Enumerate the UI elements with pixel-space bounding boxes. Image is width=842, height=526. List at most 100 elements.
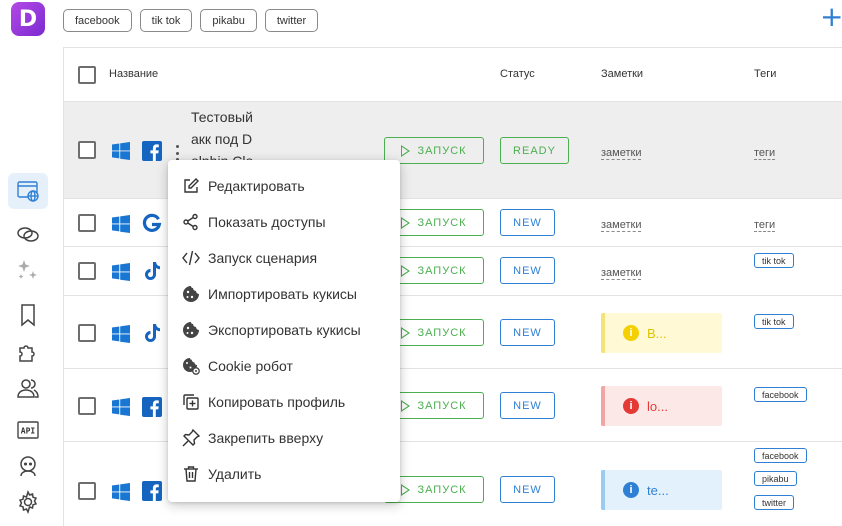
status-badge[interactable]: READY xyxy=(500,137,569,164)
sidebar-item-settings[interactable] xyxy=(8,484,48,520)
row-tag[interactable]: facebook xyxy=(754,387,807,402)
menu-item-delete[interactable]: Удалить xyxy=(168,456,400,492)
launch-label: ЗАПУСК xyxy=(417,399,467,412)
status-badge[interactable]: NEW xyxy=(500,476,555,503)
profile-name[interactable]: Тестовый акк под D olphin Clo xyxy=(191,106,271,160)
filter-tag-tiktok[interactable]: tik tok xyxy=(139,9,193,32)
sidebar-item-team[interactable] xyxy=(8,370,48,406)
menu-item-label: Закрепить вверху xyxy=(208,430,324,446)
svg-text:API: API xyxy=(21,427,36,436)
menu-item-run-script[interactable]: Запуск сценария xyxy=(168,240,400,276)
support-agent-icon xyxy=(20,456,36,477)
windows-icon xyxy=(112,398,130,416)
info-icon: i xyxy=(623,482,639,498)
play-icon xyxy=(401,216,411,229)
row-checkbox[interactable] xyxy=(78,397,96,415)
sidebar-item-extensions[interactable] xyxy=(8,334,48,370)
tiktok-icon xyxy=(145,262,160,280)
info-icon: i xyxy=(623,398,639,414)
row-checkbox[interactable] xyxy=(78,214,96,232)
filter-tag-twitter[interactable]: twitter xyxy=(264,9,319,32)
facebook-icon xyxy=(142,481,162,501)
menu-item-import-cookies[interactable]: Импортировать кукисы xyxy=(168,276,400,312)
menu-item-label: Импортировать кукисы xyxy=(208,286,357,302)
windows-icon xyxy=(112,263,130,281)
filter-tag-facebook[interactable]: facebook xyxy=(63,9,132,32)
cookie-icon xyxy=(183,286,199,302)
launch-button[interactable]: ЗАПУСК xyxy=(384,137,484,164)
menu-item-edit[interactable]: Редактировать xyxy=(168,168,400,204)
menu-item-label: Cookie робот xyxy=(208,358,293,374)
logo-letter: D xyxy=(18,6,38,32)
notes-link[interactable]: заметки xyxy=(601,267,642,280)
status-badge[interactable]: NEW xyxy=(500,257,555,284)
copy-icon xyxy=(183,394,199,410)
note-card[interactable]: i lo... xyxy=(601,386,722,426)
row-menu-kebab[interactable] xyxy=(175,145,179,161)
info-icon: i xyxy=(623,325,639,341)
status-badge[interactable]: NEW xyxy=(500,209,555,236)
windows-icon xyxy=(112,325,130,343)
sidebar-item-bookmarks[interactable] xyxy=(8,297,48,333)
sidebar-item-automation[interactable] xyxy=(8,252,48,288)
gear-icon xyxy=(18,490,38,514)
sidebar: D API xyxy=(0,0,56,526)
launch-label: ЗАПУСК xyxy=(417,326,467,339)
sidebar-item-proxies[interactable] xyxy=(8,216,48,252)
facebook-icon xyxy=(142,141,162,161)
bookmark-icon xyxy=(21,304,35,327)
menu-item-label: Редактировать xyxy=(208,178,305,194)
menu-item-show-access[interactable]: Показать доступы xyxy=(168,204,400,240)
filter-tag-pikabu[interactable]: pikabu xyxy=(200,9,257,32)
status-badge[interactable]: NEW xyxy=(500,392,555,419)
status-badge[interactable]: NEW xyxy=(500,319,555,346)
menu-item-label: Экспортировать кукисы xyxy=(208,322,361,338)
row-checkbox[interactable] xyxy=(78,262,96,280)
windows-icon xyxy=(112,142,130,160)
play-icon xyxy=(401,483,411,496)
row-checkbox[interactable] xyxy=(78,482,96,500)
launch-label: ЗАПУСК xyxy=(417,216,467,229)
sidebar-item-browser-profiles[interactable] xyxy=(8,173,48,209)
menu-item-export-cookies[interactable]: Экспортировать кукисы xyxy=(168,312,400,348)
row-checkbox[interactable] xyxy=(78,324,96,342)
note-card[interactable]: i te... xyxy=(601,470,722,510)
column-header-notes[interactable]: Заметки xyxy=(601,68,643,80)
note-text: te... xyxy=(647,482,669,498)
row-tag[interactable]: tik tok xyxy=(754,314,794,329)
column-header-tags[interactable]: Теги xyxy=(754,68,776,80)
tags-link[interactable]: теги xyxy=(754,219,776,232)
note-card[interactable]: i B... xyxy=(601,313,722,353)
windows-icon xyxy=(112,215,130,233)
profile-context-menu: Редактировать Показать доступы Запуск сц… xyxy=(168,160,400,502)
launch-label: ЗАПУСК xyxy=(417,483,467,496)
add-profile-button[interactable]: + xyxy=(820,3,842,31)
app-window: D API facebook tik tok pikabu twitter + … xyxy=(0,0,842,526)
tags-link[interactable]: теги xyxy=(754,147,776,160)
pin-icon xyxy=(182,429,200,447)
table-header: Название Статус Заметки Теги xyxy=(64,48,842,101)
menu-item-copy-profile[interactable]: Копировать профиль xyxy=(168,384,400,420)
notes-link[interactable]: заметки xyxy=(601,147,642,160)
tiktok-icon xyxy=(145,324,160,342)
menu-item-label: Копировать профиль xyxy=(208,394,346,410)
row-checkbox[interactable] xyxy=(78,141,96,159)
sidebar-item-api[interactable]: API xyxy=(8,412,48,448)
column-header-status[interactable]: Статус xyxy=(500,68,535,80)
menu-item-label: Показать доступы xyxy=(208,214,326,230)
row-tag[interactable]: twitter xyxy=(754,495,795,510)
share-icon xyxy=(183,213,198,231)
notes-link[interactable]: заметки xyxy=(601,219,642,232)
row-tag[interactable]: facebook xyxy=(754,448,807,463)
menu-item-pin-top[interactable]: Закрепить вверху xyxy=(168,420,400,456)
launch-label: ЗАПУСК xyxy=(417,144,467,157)
column-header-name[interactable]: Название xyxy=(109,68,158,80)
cookie-icon xyxy=(183,322,199,338)
row-tag[interactable]: pikabu xyxy=(754,471,797,486)
select-all-checkbox[interactable] xyxy=(78,66,96,84)
sidebar-item-support[interactable] xyxy=(8,448,48,484)
note-text: lo... xyxy=(647,398,668,414)
app-logo[interactable]: D xyxy=(11,2,45,36)
menu-item-cookie-robot[interactable]: Cookie робот xyxy=(168,348,400,384)
row-tag[interactable]: tik tok xyxy=(754,253,794,268)
